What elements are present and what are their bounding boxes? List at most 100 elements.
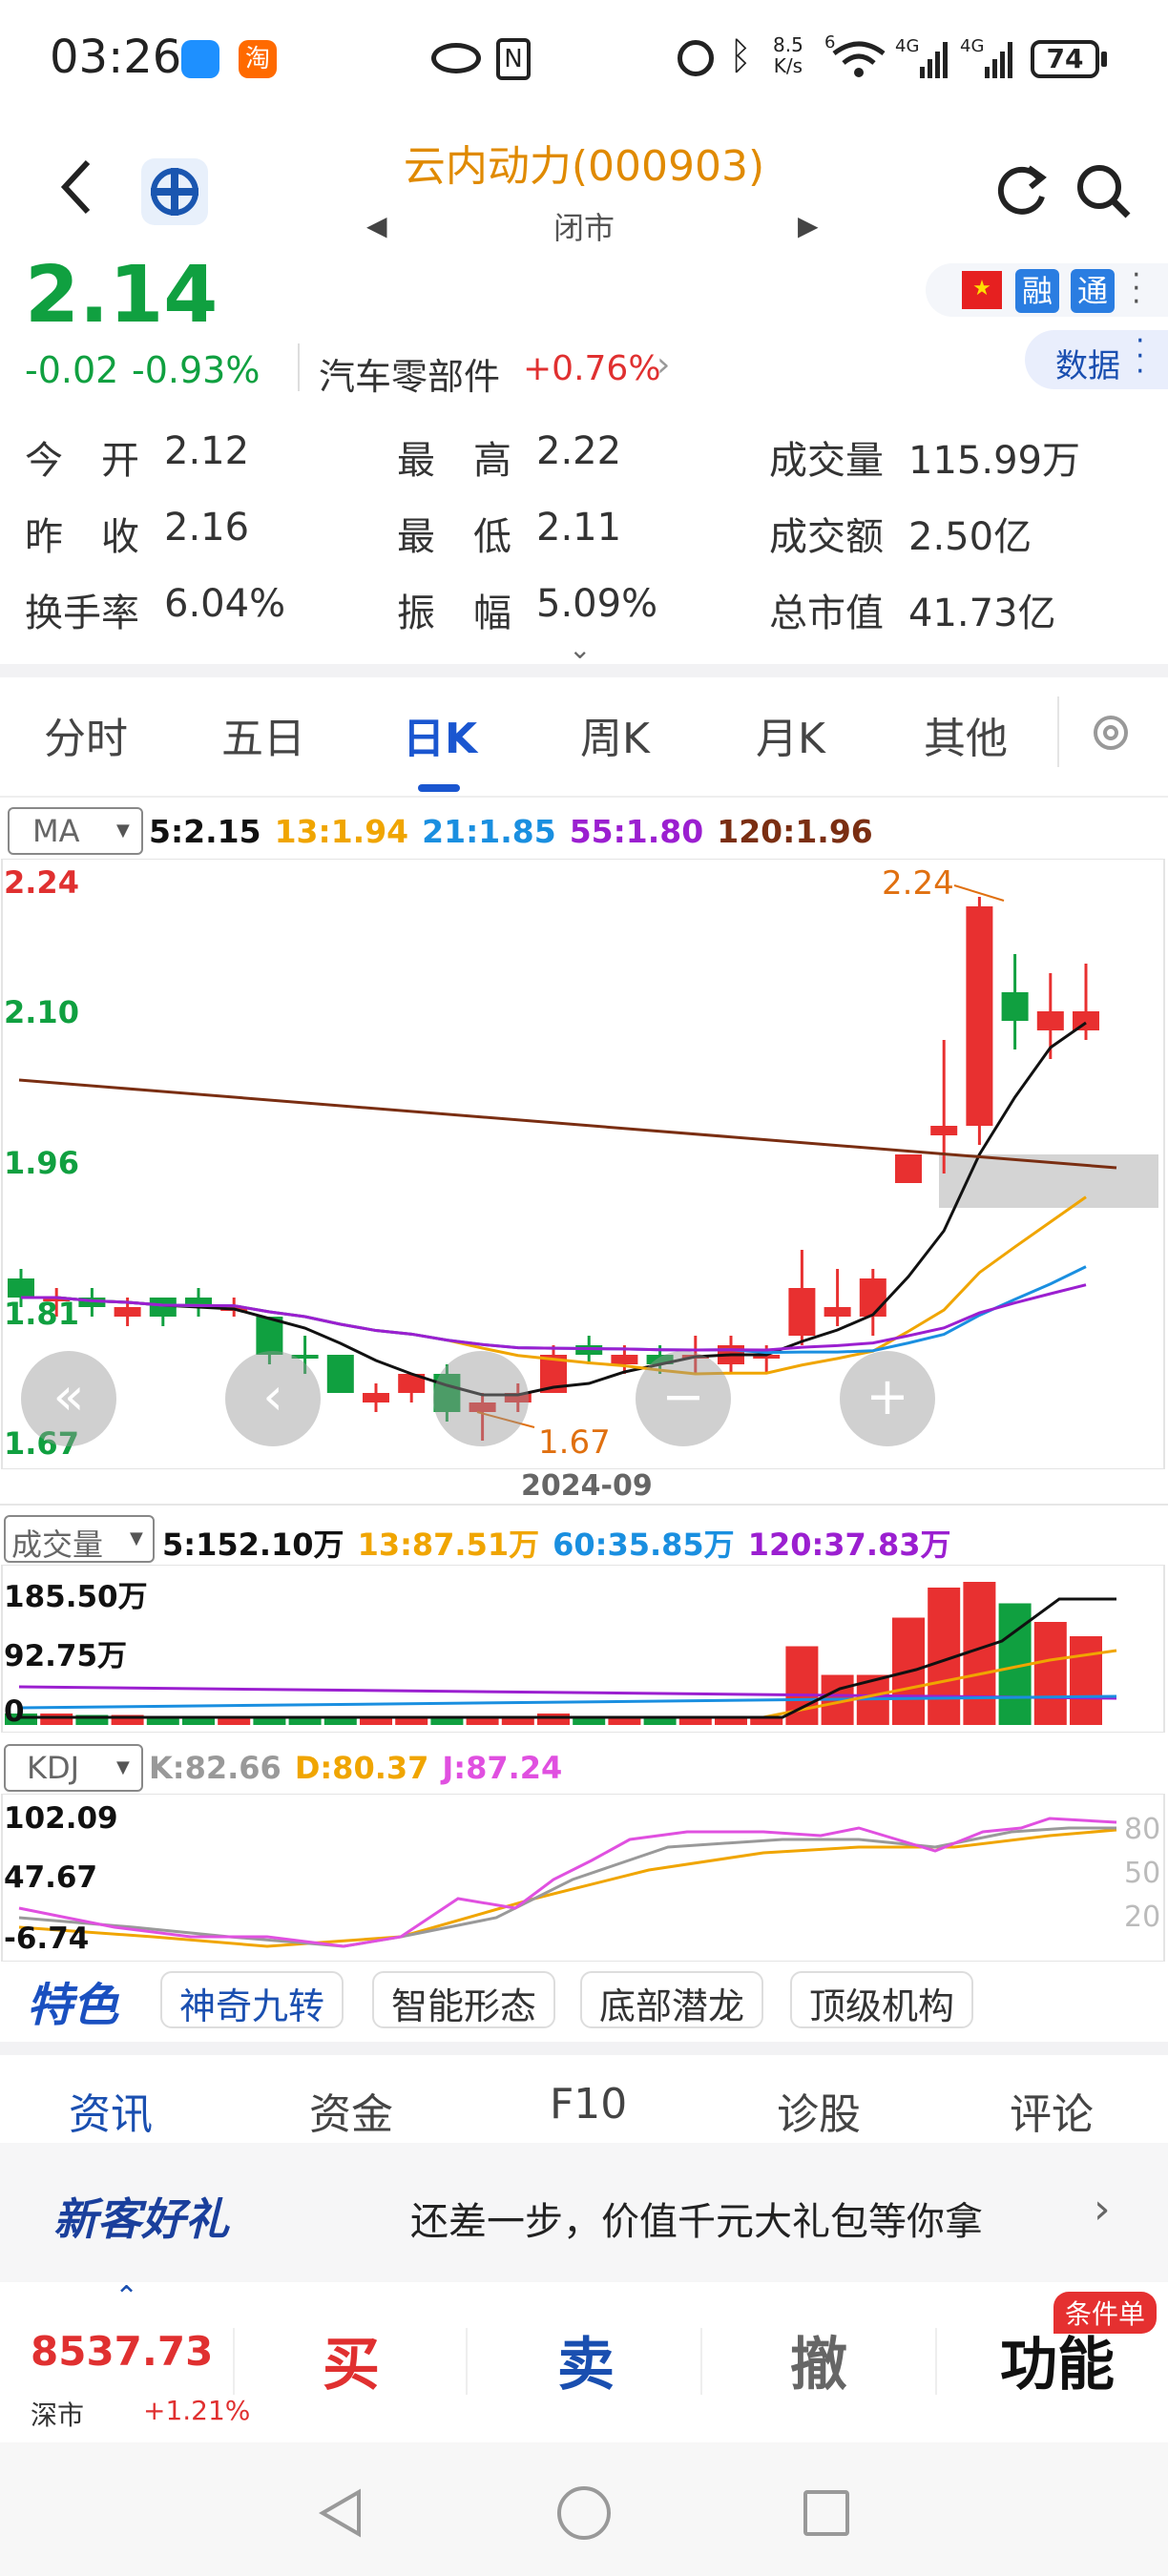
refresh-icon[interactable] xyxy=(992,162,1050,223)
move-right-button[interactable] xyxy=(433,1351,529,1446)
china-flag-icon: ★ xyxy=(962,271,1002,309)
expand-up-icon[interactable]: ⌃ xyxy=(115,2280,138,2314)
legend-item: J:87.24 xyxy=(442,1750,563,1786)
ma-legend: 5:2.15 13:1.94 21:1.85 55:1.80 120:1.96 xyxy=(149,813,886,850)
rewind-button[interactable]: « xyxy=(21,1351,116,1446)
promo-text: 还差一步，价值千元大礼包等你拿 xyxy=(410,2200,983,2244)
candle-body xyxy=(966,906,993,1126)
nfc-icon: N xyxy=(496,38,531,80)
volume-selector-label: 成交量 xyxy=(11,1527,104,1563)
step-back-button[interactable]: ‹ xyxy=(225,1351,321,1446)
stat-value: 2.12 xyxy=(164,429,250,473)
stat-label: 今 开 xyxy=(25,439,139,483)
cancel-order-button[interactable]: 撤 xyxy=(790,2318,847,2401)
stat-value: 2.50亿 xyxy=(908,515,1032,559)
legend-item: 13:1.94 xyxy=(274,813,409,850)
feature-magic-nine[interactable]: 神奇九转 xyxy=(160,1971,344,2028)
candle-body xyxy=(930,1126,958,1135)
dropdown-triangle-icon: ▼ xyxy=(116,1757,130,1777)
ma-selector[interactable]: MA ▼ xyxy=(8,807,143,855)
data-button-label: 数据 xyxy=(1055,347,1120,385)
ma-line xyxy=(21,1265,1087,1355)
wifi-icon: 6 xyxy=(824,32,887,84)
feature-top-institution[interactable]: 顶级机构 xyxy=(790,1971,974,2028)
promo-banner[interactable]: 新客好礼 还差一步，价值千元大礼包等你拿 › xyxy=(0,2143,1168,2282)
nav-recent-icon[interactable] xyxy=(803,2490,849,2536)
volume-axis-zero: 0 xyxy=(4,1694,25,1729)
tab-comments[interactable]: 评论 xyxy=(1010,2080,1094,2141)
condition-order-badge: 条件单 xyxy=(1053,2292,1158,2334)
candle-body xyxy=(611,1355,638,1364)
candle-body xyxy=(1001,992,1029,1021)
tab-weekly-k[interactable]: 周K xyxy=(580,704,650,765)
candle-body xyxy=(824,1307,851,1317)
battery-icon: 74 xyxy=(1031,40,1099,78)
next-stock-icon[interactable]: ▶ xyxy=(798,210,819,241)
sector-name[interactable]: 汽车零部件 xyxy=(319,347,500,400)
stat-value: 2.22 xyxy=(536,429,622,473)
kdj-selector[interactable]: KDJ ▼ xyxy=(4,1744,143,1792)
legend-item: D:80.37 xyxy=(294,1750,429,1786)
tab-diagnosis[interactable]: 诊股 xyxy=(777,2080,861,2141)
zoom-in-button[interactable]: + xyxy=(840,1351,935,1446)
volume-selector[interactable]: 成交量 ▼ xyxy=(4,1515,155,1563)
stat-label: 昨 收 xyxy=(25,515,139,559)
legend-item: 5:152.10万 xyxy=(162,1527,344,1563)
tab-f10[interactable]: F10 xyxy=(550,2080,627,2129)
net-speed-unit: K/s xyxy=(773,54,803,77)
kdj-chart[interactable] xyxy=(0,1794,1168,1962)
promo-logo: 新客好礼 xyxy=(53,2193,229,2245)
volume-bar xyxy=(395,1717,428,1725)
legend-item: K:82.66 xyxy=(149,1750,282,1786)
chevron-right-icon[interactable]: › xyxy=(657,345,670,384)
tab-five-day[interactable]: 五日 xyxy=(221,704,305,765)
zoom-out-button[interactable]: − xyxy=(636,1351,731,1446)
sell-button[interactable]: 卖 xyxy=(557,2318,615,2401)
stat-value: 115.99万 xyxy=(908,439,1080,483)
settings-gear-icon[interactable] xyxy=(1088,710,1134,759)
buy-button[interactable]: 买 xyxy=(323,2318,380,2401)
kdj-axis-mid: 47.67 xyxy=(4,1860,98,1895)
low-annotation: 1.67 xyxy=(538,1423,611,1462)
tab-other[interactable]: 其他 xyxy=(924,704,1008,765)
candle-body xyxy=(8,1278,34,1298)
volume-bar xyxy=(466,1717,499,1725)
tab-monthly-k[interactable]: 月K xyxy=(756,704,825,765)
candle-body xyxy=(1036,1011,1064,1030)
expand-chevron-icon[interactable]: ⌄ xyxy=(569,634,591,665)
index-value[interactable]: 8537.73 xyxy=(31,2328,213,2375)
index-change: +1.21% xyxy=(143,2395,251,2426)
more-dots-icon[interactable]: · · · xyxy=(1132,261,1141,317)
volume-chart[interactable] xyxy=(0,1565,1168,1733)
tab-daily-k[interactable]: 日K xyxy=(403,704,477,765)
volume-bar xyxy=(537,1714,570,1725)
sector-change[interactable]: +0.76% xyxy=(523,349,661,388)
battery-cap xyxy=(1101,52,1107,67)
candle-body xyxy=(114,1307,141,1317)
volume-bar xyxy=(360,1717,392,1725)
data-button[interactable]: 数据 · · · xyxy=(1025,327,1168,389)
tab-news[interactable]: 资讯 xyxy=(69,2080,153,2141)
kdj-d-line xyxy=(18,1828,1117,1948)
feature-smart-pattern[interactable]: 智能形态 xyxy=(372,1971,556,2028)
axis-label-2: 2.10 xyxy=(4,994,79,1030)
stat-label: 总市值 xyxy=(769,592,884,635)
kdj-mark-20: 20 xyxy=(1124,1901,1161,1934)
feature-bottom-dragon[interactable]: 底部潜龙 xyxy=(580,1971,764,2028)
search-icon[interactable] xyxy=(1074,162,1134,225)
signal-icon-1: 4G xyxy=(895,36,949,80)
volume-bar xyxy=(1033,1622,1067,1725)
index-name: 深市 xyxy=(31,2399,85,2431)
stat-value: 6.04% xyxy=(164,582,286,626)
status-time: 03:26 xyxy=(50,31,182,84)
tab-intraday[interactable]: 分时 xyxy=(44,704,128,765)
connect-badge: 通 xyxy=(1071,269,1115,313)
chevron-right-icon: › xyxy=(1094,2185,1111,2233)
stat-value: 2.11 xyxy=(536,506,622,550)
nav-home-icon[interactable] xyxy=(557,2486,611,2540)
ma-line xyxy=(21,1283,1087,1352)
tab-funds[interactable]: 资金 xyxy=(309,2080,393,2141)
nav-back-icon[interactable] xyxy=(315,2486,368,2544)
candlestick-chart[interactable] xyxy=(0,859,1168,1469)
stat-label: 成交额 xyxy=(769,515,884,559)
